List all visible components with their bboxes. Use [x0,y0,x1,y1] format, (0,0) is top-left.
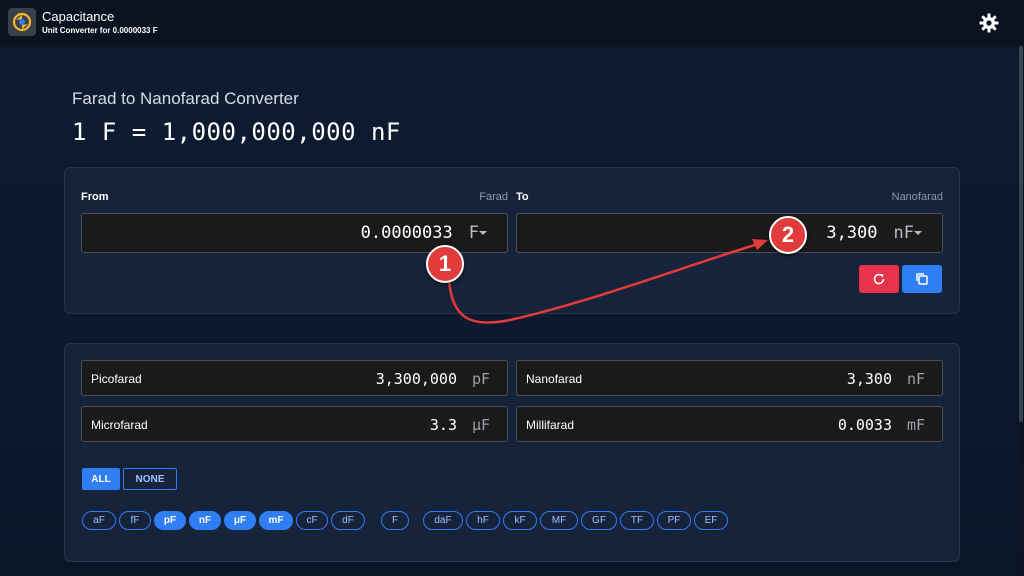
result-name: Nanofarad [526,372,583,386]
reset-icon [873,273,885,285]
result-row[interactable]: Nanofarad 3,300 nF [516,360,943,396]
to-label: To [516,191,529,203]
to-unit-select[interactable]: nF [894,223,914,243]
unit-chip[interactable]: aF [82,511,116,530]
scrollbar-thumb[interactable] [1019,46,1023,422]
from-value: 0.0000033 [360,223,453,243]
result-unit: nF [906,370,925,388]
unit-chip[interactable]: fF [119,511,151,530]
gear-icon [979,13,999,33]
result-unit: pF [471,370,490,388]
result-unit: mF [906,416,925,434]
result-row[interactable]: Microfarad 3.3 μF [81,406,508,442]
result-name: Picofarad [91,372,142,386]
top-bar: Capacitance Unit Converter for 0.0000033… [0,0,1024,44]
result-value: 3,300,000 [375,370,457,388]
unit-chip[interactable]: cF [296,511,328,530]
unit-chip[interactable]: MF [540,511,578,530]
copy-button[interactable] [902,265,942,293]
app-subtitle: Unit Converter for 0.0000033 F [42,26,158,35]
select-none-button[interactable]: NONE [123,468,177,490]
unit-chip[interactable]: kF [503,511,537,530]
unit-chip[interactable]: F [381,511,409,530]
from-label: From [81,191,109,203]
unit-chip[interactable]: EF [694,511,728,530]
to-value: 3,300 [826,223,878,243]
unit-chip[interactable]: nF [189,511,221,530]
step-1-badge: 1 [426,245,464,283]
step-2-badge: 2 [769,216,807,254]
result-name: Millifarad [526,418,575,432]
unit-chip[interactable]: hF [466,511,500,530]
result-row[interactable]: Millifarad 0.0033 mF [516,406,943,442]
to-input[interactable]: 3,300 nF [516,213,943,253]
unit-chip[interactable]: GF [581,511,617,530]
app-title: Capacitance [42,9,115,24]
unit-chip[interactable]: pF [154,511,186,530]
from-unit-name: Farad [479,191,508,203]
to-unit-name: Nanofarad [891,191,943,203]
unit-chip[interactable]: mF [259,511,293,530]
converter-title: Farad to Nanofarad Converter [72,89,299,108]
unit-chip[interactable]: PF [657,511,691,530]
settings-button[interactable] [978,12,1000,34]
result-name: Microfarad [91,418,148,432]
unit-chip[interactable]: daF [423,511,463,530]
copy-icon [916,273,928,285]
refresh-coin-icon [12,12,32,32]
chevron-down-icon [479,231,487,235]
reset-button[interactable] [859,265,899,293]
from-unit-select[interactable]: F [469,223,479,243]
chevron-down-icon [914,231,922,235]
unit-chip[interactable]: dF [331,511,365,530]
select-all-button[interactable]: ALL [82,468,120,490]
app-logo [8,8,36,36]
result-value: 0.0033 [837,416,892,434]
unit-chip[interactable]: μF [224,511,256,530]
result-unit: μF [471,416,490,434]
result-value: 3,300 [846,370,892,388]
unit-chip[interactable]: TF [620,511,654,530]
conversion-formula: 1 F = 1,000,000,000 nF [72,118,401,146]
result-value: 3.3 [429,416,457,434]
result-row[interactable]: Picofarad 3,300,000 pF [81,360,508,396]
